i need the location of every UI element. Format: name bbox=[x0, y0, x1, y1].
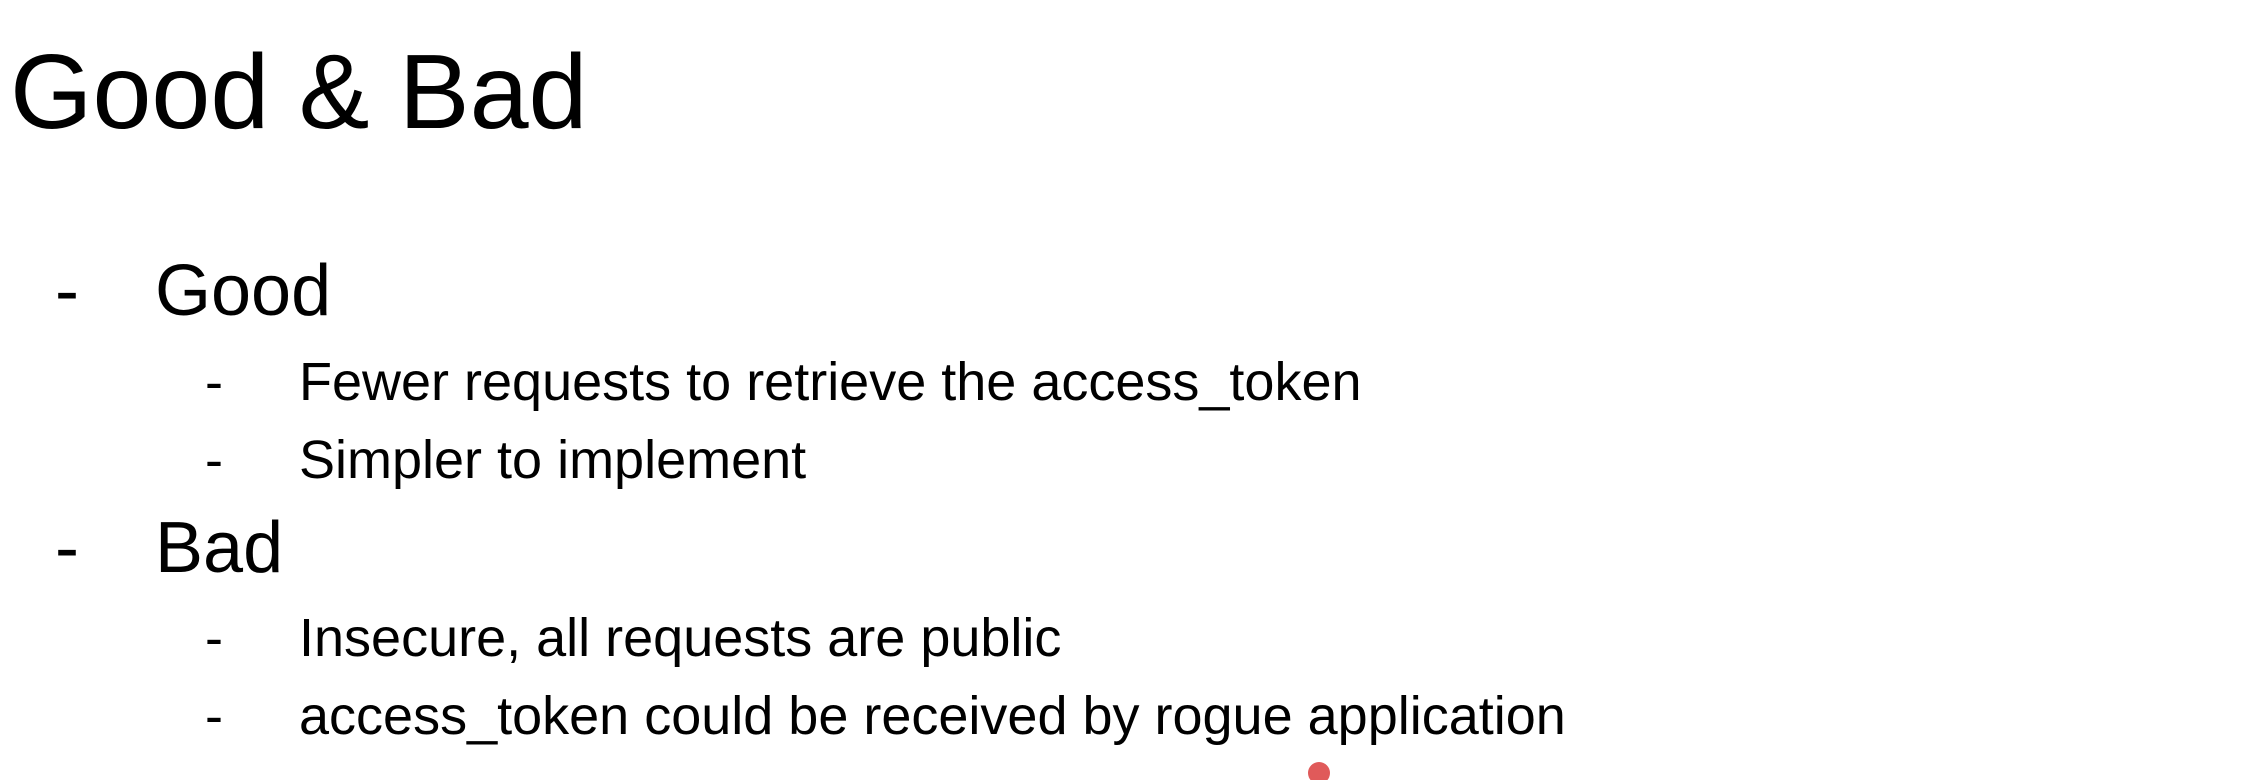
bullet-dash: - bbox=[205, 686, 223, 746]
laser-pointer-dot-icon bbox=[1308, 762, 1330, 780]
slide: Good & Bad - Good - Fewer requests to re… bbox=[0, 0, 2248, 780]
sub-bullet-text: Simpler to implement bbox=[299, 430, 807, 490]
bullet-heading-bad: Bad bbox=[155, 508, 284, 588]
bullet-dash: - bbox=[205, 352, 223, 412]
sub-bullet-text: Insecure, all requests are public bbox=[299, 608, 1062, 668]
bullet-heading-good: Good bbox=[155, 251, 332, 331]
bullet-dash: - bbox=[205, 608, 223, 668]
slide-title: Good & Bad bbox=[10, 33, 588, 151]
bullet-dash: - bbox=[55, 251, 79, 331]
bullet-dash: - bbox=[205, 430, 223, 490]
sub-bullet-text: access_token could be received by rogue … bbox=[299, 686, 1566, 746]
bullet-dash: - bbox=[55, 508, 79, 588]
sub-bullet-text: Fewer requests to retrieve the access_to… bbox=[299, 352, 1362, 412]
